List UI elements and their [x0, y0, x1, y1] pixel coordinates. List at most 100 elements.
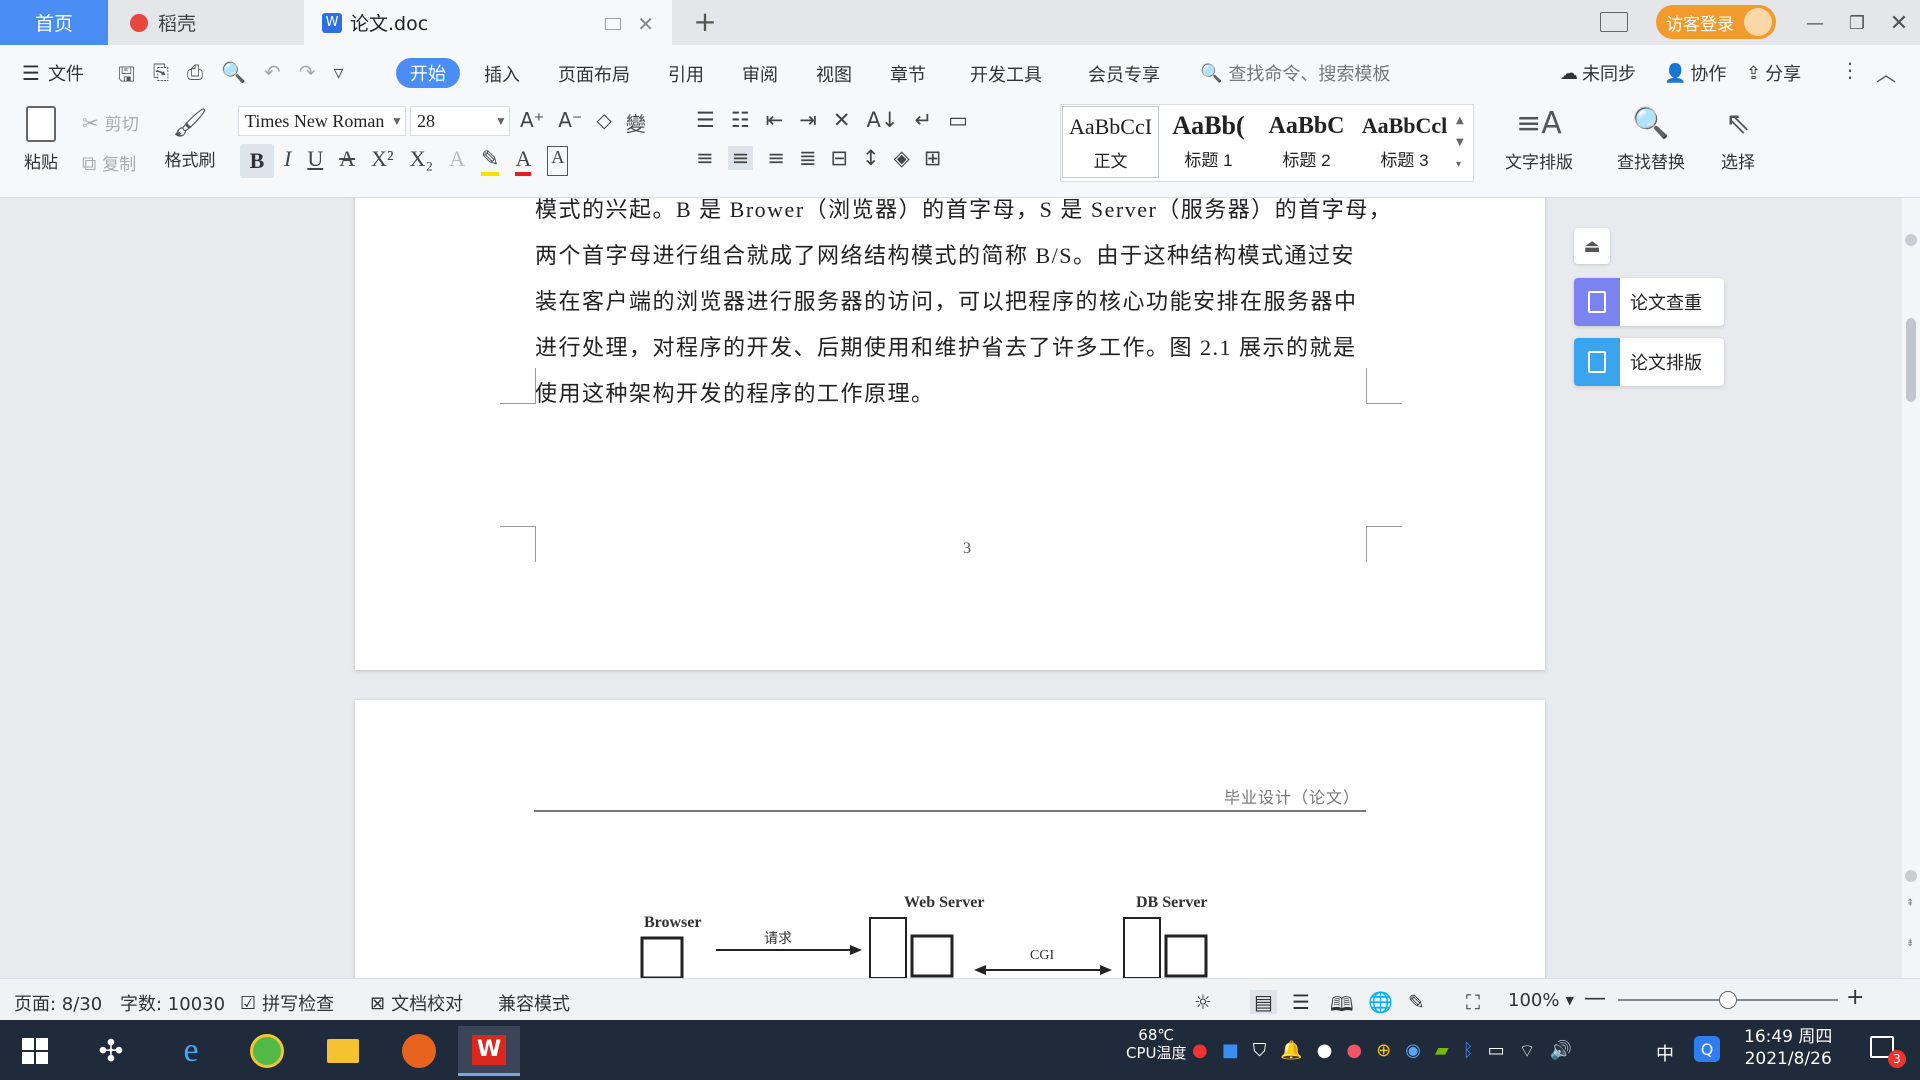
- format-painter-button[interactable]: 🖌 格式刷: [162, 106, 218, 171]
- plus-app-icon[interactable]: ⊕: [1376, 1040, 1391, 1063]
- strikethrough-icon[interactable]: A: [339, 146, 355, 176]
- export-icon[interactable]: ⎘: [153, 60, 169, 94]
- text-layout-button[interactable]: ≡A 文字排版: [1494, 106, 1584, 173]
- style-heading-3[interactable]: AaBbCcl 标题 3: [1356, 106, 1453, 178]
- outline-view-icon[interactable]: ☰: [1292, 990, 1310, 1014]
- zoom-out-button[interactable]: —: [1584, 986, 1606, 1011]
- font-color-icon[interactable]: A: [515, 146, 532, 176]
- internet-explorer-icon[interactable]: e: [160, 1026, 222, 1076]
- menu-insert[interactable]: 插入: [484, 61, 520, 87]
- nvidia-icon[interactable]: ▰: [1435, 1040, 1449, 1063]
- start-button[interactable]: [4, 1026, 66, 1076]
- distribute-icon[interactable]: ⊟: [830, 146, 848, 170]
- tab-daoke[interactable]: 稻壳: [110, 0, 302, 45]
- web-view-icon[interactable]: 🌐: [1368, 990, 1393, 1014]
- sort-icon[interactable]: A↓: [866, 108, 898, 132]
- menu-membership[interactable]: 会员专享: [1088, 61, 1160, 87]
- page-counter[interactable]: 页面: 8/30: [14, 990, 102, 1016]
- game-app-icon[interactable]: [388, 1026, 450, 1076]
- collapse-ribbon-icon[interactable]: ︿: [1876, 58, 1896, 87]
- subscript-icon[interactable]: X₂: [410, 146, 434, 176]
- zoom-level[interactable]: 100% ▼: [1508, 990, 1574, 1011]
- decrease-indent-icon[interactable]: ⇤: [766, 108, 784, 132]
- style-heading-2[interactable]: AaBbC 标题 2: [1258, 106, 1355, 178]
- qq-alt-icon[interactable]: ●: [1346, 1040, 1362, 1063]
- next-page-icon[interactable]: ⇟: [1906, 938, 1914, 949]
- tab-stops-icon[interactable]: ▭: [948, 108, 968, 132]
- menu-view[interactable]: 视图: [816, 61, 852, 87]
- grow-font-icon[interactable]: A⁺: [520, 108, 544, 137]
- clear-format-icon[interactable]: ◇: [597, 108, 612, 137]
- minimize-button[interactable]: —: [1800, 8, 1830, 38]
- superscript-icon[interactable]: X²: [371, 146, 393, 176]
- paper-format-button[interactable]: 论文排版: [1574, 338, 1724, 386]
- close-tab-icon[interactable]: ✕: [637, 12, 654, 36]
- font-size-select[interactable]: 28 ▼: [410, 106, 510, 136]
- cloud-app-icon[interactable]: ◉: [1405, 1040, 1421, 1063]
- cpu-temp[interactable]: 68℃ CPU温度: [1126, 1026, 1187, 1062]
- fan-app-icon[interactable]: ✣: [80, 1026, 142, 1076]
- italic-icon[interactable]: I: [284, 146, 291, 176]
- more-icon[interactable]: ⋮: [1840, 58, 1860, 82]
- print-preview-icon[interactable]: 🔍: [221, 60, 246, 94]
- scrollbar-thumb[interactable]: [1906, 318, 1916, 402]
- vertical-scrollbar[interactable]: ⇞ ⇟: [1902, 198, 1920, 978]
- reading-view-icon[interactable]: 🕮: [1330, 990, 1354, 1024]
- select-button[interactable]: ⇖ 选择: [1708, 106, 1768, 173]
- numbered-list-icon[interactable]: ☷: [731, 108, 750, 132]
- line-spacing-icon[interactable]: ↕: [862, 146, 880, 170]
- menu-developer[interactable]: 开发工具: [970, 61, 1042, 87]
- save-icon[interactable]: 🖫: [118, 60, 135, 94]
- collaborate-button[interactable]: 👤 协作: [1664, 60, 1726, 86]
- file-explorer-icon[interactable]: [312, 1026, 374, 1076]
- volume-icon[interactable]: 🔊: [1550, 1040, 1572, 1063]
- chinese-layout-icon[interactable]: ✕: [833, 108, 851, 132]
- sync-status[interactable]: ☁ 未同步: [1560, 60, 1636, 86]
- wifi-icon[interactable]: ⌔: [1519, 1040, 1536, 1063]
- proofread-button[interactable]: ⊠ 文档校对: [370, 990, 463, 1016]
- menu-review[interactable]: 审阅: [742, 61, 778, 87]
- style-normal[interactable]: AaBbCcI 正文: [1062, 106, 1159, 178]
- tab-home[interactable]: 首页: [0, 0, 108, 45]
- close-window-button[interactable]: ✕: [1884, 8, 1914, 38]
- search-assistant-icon[interactable]: Q: [1694, 1036, 1720, 1062]
- style-heading-1[interactable]: AaBb( 标题 1: [1160, 106, 1257, 178]
- font-name-select[interactable]: Times New Roman ▼: [238, 106, 406, 136]
- menu-page-layout[interactable]: 页面布局: [558, 61, 630, 87]
- new-tab-button[interactable]: +: [690, 5, 720, 38]
- menu-start[interactable]: 开始: [396, 58, 460, 88]
- qq-icon[interactable]: ●: [1317, 1040, 1333, 1063]
- underline-icon[interactable]: U: [307, 146, 323, 176]
- menu-chapter[interactable]: 章节: [890, 61, 926, 87]
- cut-button[interactable]: ✂ 剪切: [82, 110, 139, 136]
- security-icon[interactable]: ■: [1222, 1040, 1239, 1063]
- monitor-icon[interactable]: [605, 18, 622, 30]
- borders-icon[interactable]: ⊞: [924, 146, 942, 170]
- align-center-icon[interactable]: ≡: [727, 146, 754, 170]
- increase-indent-icon[interactable]: ⇥: [799, 108, 817, 132]
- menu-references[interactable]: 引用: [668, 61, 704, 87]
- fit-page-icon[interactable]: ⛶: [1466, 990, 1480, 1014]
- undo-icon[interactable]: ↶: [264, 60, 281, 94]
- share-button[interactable]: ⇪ 分享: [1746, 60, 1801, 86]
- tab-document[interactable]: W 论文.doc ✕: [304, 0, 672, 45]
- redo-icon[interactable]: ↷: [299, 60, 316, 94]
- browser-360-icon[interactable]: [236, 1026, 298, 1076]
- layout-icon[interactable]: [1600, 12, 1628, 32]
- text-effect-icon[interactable]: A: [449, 146, 465, 176]
- scroll-down-icon[interactable]: [1905, 870, 1917, 882]
- input-method[interactable]: 中: [1656, 1040, 1674, 1066]
- copy-button[interactable]: ⧉ 复制: [82, 150, 136, 176]
- shading-icon[interactable]: ◈: [894, 146, 910, 170]
- side-panel-collapse[interactable]: ⏏: [1574, 228, 1610, 264]
- phonetic-guide-icon[interactable]: 變: [626, 108, 646, 137]
- find-replace-button[interactable]: 🔍 查找替换: [1606, 106, 1696, 173]
- file-menu[interactable]: ☰ 文件: [22, 60, 84, 86]
- bell-icon[interactable]: 🔔: [1280, 1040, 1302, 1063]
- shrink-font-icon[interactable]: A⁻: [558, 108, 582, 137]
- battery-icon[interactable]: ▭: [1488, 1040, 1505, 1063]
- antivirus-icon[interactable]: ●: [1192, 1040, 1208, 1063]
- guest-login-button[interactable]: 访客登录: [1656, 5, 1776, 39]
- spell-check-button[interactable]: ☑ 拼写检查: [240, 990, 334, 1016]
- page-view-icon[interactable]: ▤: [1250, 990, 1277, 1014]
